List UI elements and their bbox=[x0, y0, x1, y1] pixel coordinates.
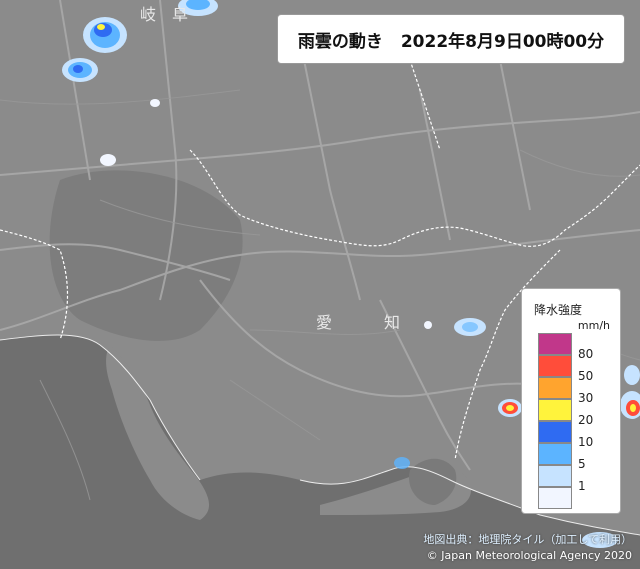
title-label: 雨雲の動き bbox=[297, 31, 383, 52]
legend-unit: mm/h bbox=[577, 319, 610, 332]
legend-swatch bbox=[538, 487, 572, 509]
rain-cell-aichi-east bbox=[454, 318, 486, 336]
legend-title: 降水強度 bbox=[534, 303, 583, 317]
precipitation-legend: 降水強度 mm/h 80 50 30 20 10 5 1 bbox=[521, 288, 621, 514]
rain-cell-coast bbox=[394, 457, 410, 469]
rain-cell-small-1 bbox=[100, 154, 116, 166]
legend-swatch bbox=[538, 421, 572, 443]
legend-level-label: 1 bbox=[578, 479, 586, 493]
legend-level-label: 80 bbox=[578, 347, 594, 361]
title-box: 雨雲の動き 2022年8月9日00時00分 bbox=[277, 14, 625, 64]
map-source-credit[interactable]: 地図出典：地理院タイル（加工して利用） bbox=[423, 531, 632, 547]
legend-swatch bbox=[538, 377, 572, 399]
legend-level-label: 10 bbox=[578, 435, 594, 449]
title-datetime: 2022年8月9日00時00分 bbox=[400, 31, 605, 52]
map-label-gifu: 岐 阜 bbox=[140, 5, 188, 24]
legend-swatch bbox=[538, 465, 572, 487]
legend-level-label: 50 bbox=[578, 369, 594, 383]
map-label-aichi-1: 愛 bbox=[316, 313, 332, 332]
legend-level-label: 5 bbox=[578, 457, 586, 471]
rain-cell-gifu-north bbox=[83, 17, 127, 53]
legend-swatch bbox=[538, 355, 572, 377]
map-label-aichi-2: 知 bbox=[384, 313, 400, 332]
rain-cell-tiny bbox=[424, 321, 432, 329]
agency-copyright: © Japan Meteorological Agency 2020 bbox=[426, 549, 632, 562]
legend-swatch bbox=[538, 399, 572, 421]
legend-swatch bbox=[538, 333, 572, 355]
legend-swatch bbox=[538, 443, 572, 465]
legend-level-label: 30 bbox=[578, 391, 594, 405]
rain-cell-gifu-west bbox=[62, 58, 98, 82]
legend-level-label: 20 bbox=[578, 413, 594, 427]
rain-cell-small-2 bbox=[150, 99, 160, 107]
